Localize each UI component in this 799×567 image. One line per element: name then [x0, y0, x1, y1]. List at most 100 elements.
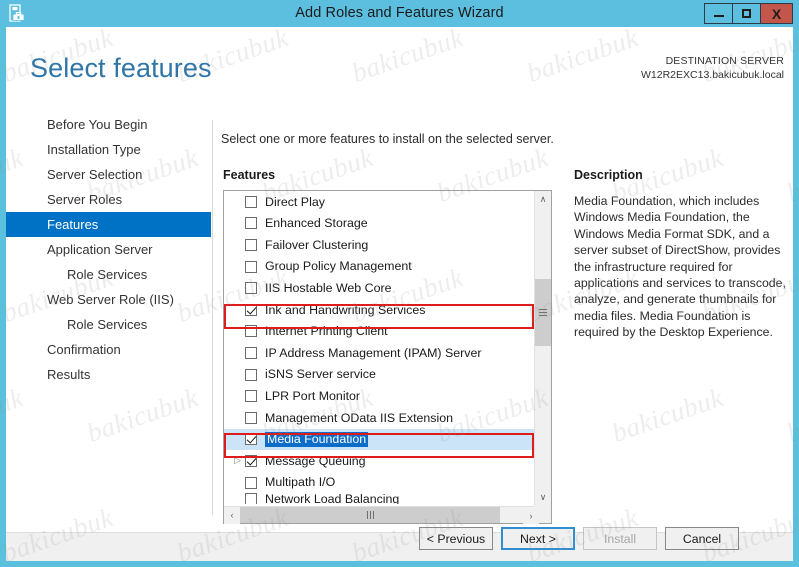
expander-spacer: ▷ [230, 305, 245, 314]
close-button[interactable]: X [760, 3, 793, 24]
sidebar-item-installation-type[interactable]: Installation Type [6, 137, 211, 162]
feature-checkbox[interactable] [245, 346, 257, 359]
features-list-viewport: ▷ Direct Play ▷ Enhanced Storage ▷ Failover C… [224, 191, 534, 506]
expander-spacer: ▷ [230, 348, 245, 357]
button-label: Install [603, 531, 637, 546]
sidebar-item-role-services[interactable]: Role Services [6, 262, 211, 287]
feature-checkbox[interactable] [245, 217, 257, 230]
sidebar-divider [212, 120, 213, 515]
feature-row[interactable]: ▷ Failover Clustering [224, 234, 534, 256]
feature-checkbox[interactable] [245, 368, 257, 381]
feature-checkbox[interactable] [245, 282, 257, 295]
feature-row[interactable]: ▷ Network Load Balancing [224, 493, 534, 505]
sidebar-item-label: Before You Begin [47, 117, 148, 132]
feature-checkbox[interactable] [245, 454, 257, 467]
expander-spacer: ▷ [230, 197, 245, 206]
minimize-icon [713, 15, 724, 17]
feature-label: Message Queuing [265, 453, 366, 468]
features-vertical-scrollbar[interactable]: ∧ ∨ [534, 191, 551, 506]
expander-spacer: ▷ [230, 413, 245, 422]
feature-row[interactable]: ▷ IIS Hostable Web Core [224, 277, 534, 299]
wizard-window: Add Roles and Features Wizard X Select f… [0, 0, 799, 567]
feature-checkbox[interactable] [245, 195, 257, 208]
close-icon: X [771, 5, 782, 22]
feature-label: LPR Port Monitor [265, 388, 361, 403]
button-label: Cancel [682, 531, 722, 546]
button-label: < Previous [426, 531, 486, 546]
feature-row[interactable]: ▷ IP Address Management (IPAM) Server [224, 342, 534, 364]
feature-label: Enhanced Storage [265, 216, 368, 231]
sidebar-item-label: Installation Type [47, 142, 141, 157]
window-controls: X [704, 3, 793, 24]
destination-server-name: W12R2EXC13.bakicubuk.local [641, 69, 784, 81]
sidebar-item-web-server-role-iis[interactable]: Web Server Role (IIS) [6, 287, 211, 312]
feature-row[interactable]: ▷ Management OData IIS Extension [224, 407, 534, 429]
feature-checkbox[interactable] [245, 325, 257, 338]
expander-spacer: ▷ [230, 284, 245, 293]
feature-row[interactable]: ▷ Ink and Handwriting Services [224, 299, 534, 321]
sidebar-item-before-you-begin[interactable]: Before You Begin [6, 112, 211, 137]
feature-row[interactable]: ▷ LPR Port Monitor [224, 385, 534, 407]
feature-checkbox[interactable] [245, 433, 257, 446]
sidebar-item-confirmation[interactable]: Confirmation [6, 337, 211, 362]
expander-spacer: ▷ [230, 327, 245, 336]
wizard-nav-sidebar: Before You Begin Installation Type Server … [6, 112, 211, 387]
feature-row[interactable]: ▷ Group Policy Management [224, 256, 534, 278]
feature-row[interactable]: ▷ Multipath I/O [224, 472, 534, 494]
feature-row[interactable]: ▷ iSNS Server service [224, 364, 534, 386]
horizontal-scrollbar-thumb[interactable] [240, 507, 500, 523]
scrollbar-corner [534, 506, 551, 523]
feature-label: iSNS Server service [265, 367, 376, 382]
cancel-button[interactable]: Cancel [665, 527, 739, 550]
sidebar-item-server-roles[interactable]: Server Roles [6, 187, 211, 212]
feature-label: Group Policy Management [265, 259, 412, 274]
expander-spacer: ▷ [230, 219, 245, 228]
vertical-scrollbar-thumb[interactable] [535, 279, 551, 346]
title-bar: Add Roles and Features Wizard X [0, 0, 799, 27]
sidebar-item-label: Server Selection [47, 167, 143, 182]
feature-checkbox[interactable] [245, 493, 257, 505]
maximize-button[interactable] [732, 3, 761, 24]
feature-row[interactable]: ▷ Media Foundation [224, 428, 534, 451]
previous-button[interactable]: < Previous [419, 527, 493, 550]
sidebar-item-server-selection[interactable]: Server Selection [6, 162, 211, 187]
install-button: Install [583, 527, 657, 550]
feature-checkbox[interactable] [245, 238, 257, 251]
feature-row[interactable]: ▷ Enhanced Storage [224, 213, 534, 235]
instruction-text: Select one or more features to install o… [221, 132, 554, 146]
feature-row[interactable]: ▷ Internet Printing Client [224, 321, 534, 343]
sidebar-item-application-server[interactable]: Application Server [6, 237, 211, 262]
feature-checkbox[interactable] [245, 260, 257, 273]
features-horizontal-scrollbar[interactable]: ‹ › [224, 506, 551, 524]
feature-label: Direct Play [265, 194, 325, 209]
sidebar-item-role-services[interactable]: Role Services [6, 312, 211, 337]
destination-server-block: DESTINATION SERVER W12R2EXC13.bakicubuk.… [641, 54, 784, 82]
content-pane: Select features DESTINATION SERVER W12R2… [6, 27, 793, 533]
description-text: Media Foundation, which includes Windows… [574, 194, 786, 340]
feature-label: Network Load Balancing [265, 493, 400, 505]
expander-spacer: ▷ [230, 240, 245, 249]
feature-checkbox[interactable] [245, 390, 257, 403]
wizard-button-row: < Previous Next > Install Cancel [419, 527, 739, 550]
sidebar-item-label: Role Services [67, 267, 148, 282]
description-section-label: Description [574, 168, 643, 182]
sidebar-item-results[interactable]: Results [6, 362, 211, 387]
feature-checkbox[interactable] [245, 476, 257, 489]
expander-spacer: ▷ [230, 392, 245, 401]
minimize-button[interactable] [704, 3, 733, 24]
feature-checkbox[interactable] [245, 303, 257, 316]
destination-server-label: DESTINATION SERVER [665, 55, 784, 67]
scroll-left-button[interactable]: ‹ [224, 506, 240, 524]
scrollbar-grip-icon [366, 511, 374, 519]
next-button[interactable]: Next > [501, 527, 575, 550]
sidebar-item-features[interactable]: Features [6, 212, 211, 237]
expand-chevron-icon[interactable]: ▷ [230, 456, 245, 465]
feature-row[interactable]: ▷ Message Queuing [224, 450, 534, 472]
sidebar-item-label: Features [47, 217, 99, 232]
expander-spacer: ▷ [230, 478, 245, 487]
scroll-down-button[interactable]: ∨ [535, 489, 551, 506]
feature-checkbox[interactable] [245, 411, 257, 424]
feature-row[interactable]: ▷ Direct Play [224, 191, 534, 213]
feature-label: Ink and Handwriting Services [265, 302, 426, 317]
scroll-up-button[interactable]: ∧ [535, 191, 551, 208]
